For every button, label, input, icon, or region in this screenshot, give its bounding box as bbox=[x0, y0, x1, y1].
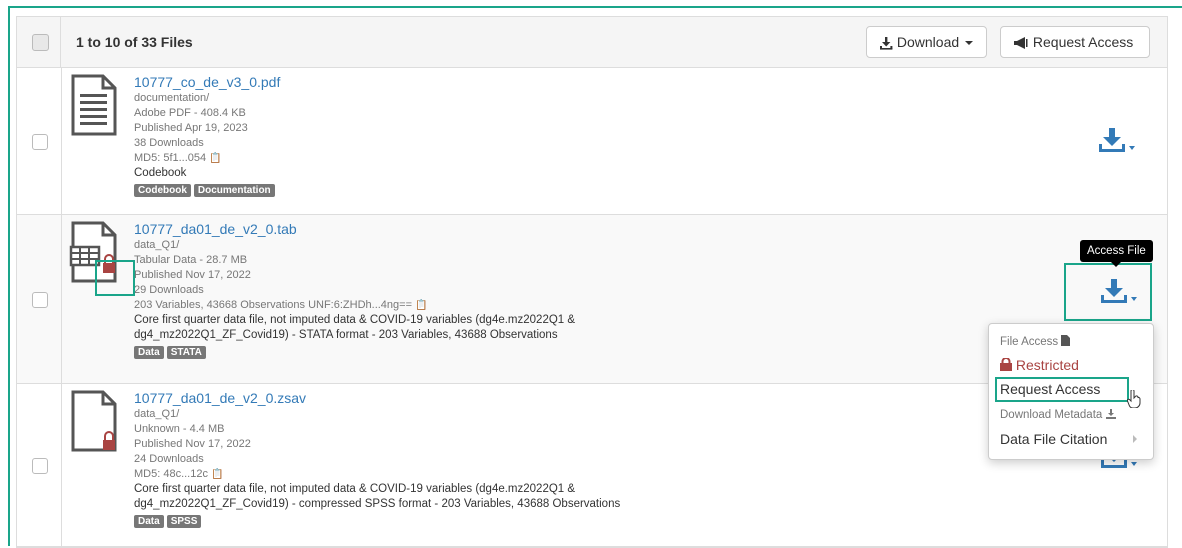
download-metadata-header: Download Metadata bbox=[1000, 409, 1116, 421]
checksum-text: 203 Variables, 43668 Observations UNF:6:… bbox=[134, 299, 413, 311]
request-access-menu-item[interactable]: Request Access bbox=[1000, 381, 1100, 397]
table-row: 10777_co_de_v3_0.pdf documentation/ Adob… bbox=[17, 68, 1167, 215]
file-downloads: 29 Downloads bbox=[134, 284, 204, 296]
checkbox-cell bbox=[17, 68, 62, 214]
generic-file-icon bbox=[71, 390, 117, 452]
request-access-label: Request Access bbox=[1032, 34, 1134, 50]
request-access-button[interactable]: Request Access bbox=[1000, 26, 1150, 58]
file-name-link[interactable]: 10777_da01_de_v2_0.tab bbox=[134, 220, 575, 238]
file-description: dg4_mz2022Q1_ZF_Covid19) - STATA format … bbox=[134, 329, 558, 341]
access-file-button[interactable] bbox=[1099, 128, 1135, 157]
file-name-link[interactable]: 10777_co_de_v3_0.pdf bbox=[134, 73, 280, 91]
file-name-link[interactable]: 10777_da01_de_v2_0.zsav bbox=[134, 389, 620, 407]
file-description: Codebook bbox=[134, 167, 187, 179]
file-access-header: File Access bbox=[1000, 335, 1071, 348]
file-downloads: 24 Downloads bbox=[134, 453, 204, 465]
chevron-right-icon bbox=[1133, 435, 1137, 443]
file-downloads: 38 Downloads bbox=[134, 137, 204, 149]
file-info: 10777_da01_de_v2_0.tab data_Q1/ Tabular … bbox=[134, 220, 575, 360]
tag: Codebook bbox=[134, 184, 191, 197]
file-published: Published Nov 17, 2022 bbox=[134, 269, 251, 281]
row-checkbox[interactable] bbox=[32, 134, 48, 150]
data-file-citation-menu-item[interactable]: Data File Citation bbox=[1000, 431, 1107, 447]
file-path: data_Q1/ bbox=[134, 408, 180, 420]
checkbox-cell bbox=[17, 384, 62, 546]
row-checkbox[interactable] bbox=[32, 292, 48, 308]
megaphone-icon bbox=[1014, 37, 1028, 49]
tag-list: Codebook Documentation bbox=[134, 183, 280, 198]
chevron-down-icon bbox=[965, 41, 974, 46]
file-icon bbox=[1061, 335, 1071, 346]
file-checksum: 203 Variables, 43668 Observations UNF:6:… bbox=[134, 298, 575, 313]
row-checkbox[interactable] bbox=[32, 458, 48, 474]
lock-icon bbox=[1000, 358, 1012, 371]
clipboard-icon[interactable]: 📋 bbox=[209, 153, 221, 164]
download-button[interactable]: Download bbox=[866, 26, 987, 58]
download-icon bbox=[1105, 409, 1116, 419]
access-file-tooltip: Access File bbox=[1080, 240, 1153, 267]
clipboard-icon[interactable]: 📋 bbox=[415, 300, 427, 311]
restricted-status: Restricted bbox=[1000, 357, 1079, 373]
file-published: Published Nov 17, 2022 bbox=[134, 438, 251, 450]
chevron-down-icon bbox=[1129, 145, 1135, 150]
access-button-highlight-box bbox=[1064, 263, 1152, 321]
tag: SPSS bbox=[166, 515, 202, 528]
lock-highlight-box bbox=[95, 260, 135, 296]
download-button-label: Download bbox=[896, 34, 960, 50]
file-type-size: Unknown - 4.4 MB bbox=[134, 423, 225, 435]
file-checksum: MD5: 5f1...054 📋 bbox=[134, 151, 280, 166]
download-icon bbox=[880, 37, 893, 50]
file-access-header-label: File Access bbox=[1000, 336, 1059, 348]
restricted-label: Restricted bbox=[1015, 357, 1079, 373]
download-icon bbox=[1099, 128, 1125, 152]
hand-cursor-icon bbox=[1127, 390, 1141, 408]
files-table: 1 to 10 of 33 Files Download Request Acc… bbox=[16, 16, 1168, 548]
file-description: Core first quarter data file, not impute… bbox=[134, 483, 576, 495]
file-description: dg4_mz2022Q1_ZF_Covid19) - compressed SP… bbox=[134, 498, 621, 510]
file-published: Published Apr 19, 2023 bbox=[134, 122, 248, 134]
tag: Documentation bbox=[193, 184, 275, 197]
checksum-text: MD5: 48c...12c bbox=[134, 468, 208, 480]
checksum-text: MD5: 5f1...054 bbox=[134, 152, 207, 164]
file-description: Core first quarter data file, not impute… bbox=[134, 314, 576, 326]
file-path: data_Q1/ bbox=[134, 239, 180, 251]
access-file-dropdown: File Access Restricted Request Access Do… bbox=[988, 323, 1154, 460]
table-header: 1 to 10 of 33 Files Download Request Acc… bbox=[17, 17, 1167, 68]
file-path: documentation/ bbox=[134, 92, 210, 104]
file-type-size: Adobe PDF - 408.4 KB bbox=[134, 107, 246, 119]
select-all-checkbox[interactable] bbox=[32, 34, 49, 51]
tag: STATA bbox=[166, 346, 206, 359]
download-metadata-label: Download Metadata bbox=[1000, 409, 1103, 421]
clipboard-icon[interactable]: 📋 bbox=[211, 469, 223, 480]
tag: Data bbox=[134, 346, 164, 359]
file-info: 10777_co_de_v3_0.pdf documentation/ Adob… bbox=[134, 73, 280, 198]
checkbox-cell bbox=[17, 215, 62, 383]
file-type-size: Tabular Data - 28.7 MB bbox=[134, 254, 248, 266]
file-checksum: MD5: 48c...12c 📋 bbox=[134, 467, 620, 482]
file-count: 1 to 10 of 33 Files bbox=[60, 17, 193, 67]
tag-list: Data SPSS bbox=[134, 514, 620, 529]
pdf-document-icon bbox=[71, 74, 117, 136]
tag: Data bbox=[134, 515, 164, 528]
file-info: 10777_da01_de_v2_0.zsav data_Q1/ Unknown… bbox=[134, 389, 620, 529]
tag-list: Data STATA bbox=[134, 345, 575, 360]
chevron-down-icon bbox=[1131, 461, 1137, 466]
